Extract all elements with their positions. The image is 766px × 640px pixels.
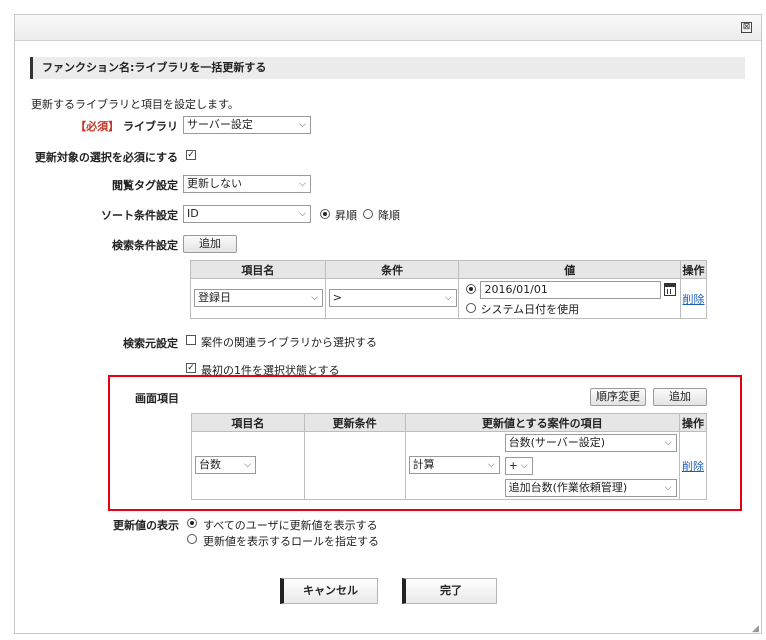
search-condition-value: > (332, 291, 342, 304)
required-tag: 【必須】 (75, 120, 120, 133)
sort-select[interactable]: ID ⌵ (183, 205, 311, 223)
library-label-text: ライブラリ (123, 120, 178, 133)
browse-tag-select-value: 更新しない (187, 177, 242, 190)
search-label: 検索条件設定 (112, 239, 178, 252)
chevron-down-icon: ⌵ (444, 293, 452, 303)
search-add-button[interactable]: 追加 (183, 235, 237, 253)
system-date-radio[interactable] (466, 303, 477, 313)
source-label: 検索元設定 (123, 337, 178, 350)
library-select-value: サーバー設定 (187, 118, 253, 131)
related-library-checkbox[interactable] (186, 335, 196, 345)
condition-cell: > ⌵ (324, 278, 460, 319)
chevron-down-icon: ⌵ (299, 120, 306, 130)
action-cell: 削除 (680, 278, 707, 319)
value-cell: 2016/01/01 システム日付を使用 (458, 278, 682, 319)
table-header-row: 項目名 条件 値 操作 (190, 260, 707, 279)
chevron-down-icon: ⌵ (299, 209, 306, 219)
close-icon[interactable]: ⊠ (741, 22, 752, 33)
display-all-label: すべてのユーザに更新値を表示する (203, 519, 378, 532)
browse-tag-select[interactable]: 更新しない ⌵ (183, 175, 311, 193)
chevron-down-icon: ⌵ (299, 179, 306, 189)
date-input[interactable]: 2016/01/01 (480, 281, 662, 299)
display-role-radio[interactable] (187, 534, 197, 544)
search-field-select[interactable]: 登録日 ⌵ (194, 289, 323, 307)
search-condition-select[interactable]: > ⌵ (328, 289, 457, 307)
chevron-down-icon: ⌵ (311, 293, 318, 303)
sort-asc-radio[interactable] (320, 209, 330, 219)
table-row: 登録日 ⌵ > ⌵ 2016/01/01 システム日付を使用 削除 (190, 278, 707, 319)
require-target-checkbox[interactable]: ✓ (186, 150, 196, 160)
browse-tag-label: 閲覧タグ設定 (112, 179, 178, 192)
library-select[interactable]: サーバー設定 ⌵ (183, 116, 311, 134)
resize-handle-icon[interactable]: ◢ (752, 624, 759, 634)
library-label: 【必須】 ライブラリ (60, 118, 178, 134)
column-header: 操作 (680, 260, 707, 279)
display-label: 更新値の表示 (113, 519, 179, 532)
sort-desc-label: 降順 (378, 209, 400, 222)
intro-text: 更新するライブラリと項目を設定します。 (31, 98, 239, 111)
require-target-label: 更新対象の選択を必須にする (34, 151, 178, 164)
sort-asc-label: 昇順 (335, 209, 357, 222)
column-header: 条件 (324, 260, 460, 279)
date-value-radio[interactable] (466, 284, 477, 294)
sort-desc-radio[interactable] (363, 209, 373, 219)
field-cell: 登録日 ⌵ (190, 278, 326, 319)
display-role-label: 更新値を表示するロールを指定する (203, 535, 379, 548)
dialog-titlebar (15, 15, 761, 41)
column-header: 値 (458, 260, 682, 279)
display-all-radio[interactable] (187, 518, 197, 528)
search-conditions-table: 項目名 条件 値 操作 登録日 ⌵ > ⌵ 2016/01/01 システム日付を… (190, 260, 707, 319)
done-button[interactable]: 完了 (402, 578, 497, 604)
related-library-label: 案件の関連ライブラリから選択する (201, 336, 377, 349)
highlight-frame (108, 375, 742, 511)
search-delete-link[interactable]: 削除 (683, 293, 705, 306)
search-field-value: 登録日 (198, 291, 231, 304)
column-header: 項目名 (190, 260, 326, 279)
sort-label: ソート条件設定 (101, 209, 178, 222)
system-date-label: システム日付を使用 (480, 303, 580, 316)
sort-select-value: ID (187, 207, 199, 220)
cancel-button[interactable]: キャンセル (280, 578, 378, 604)
first-item-checkbox[interactable]: ✓ (186, 363, 196, 373)
calendar-icon[interactable] (664, 283, 677, 296)
function-title: ファンクション名:ライブラリを一括更新する (30, 57, 745, 79)
